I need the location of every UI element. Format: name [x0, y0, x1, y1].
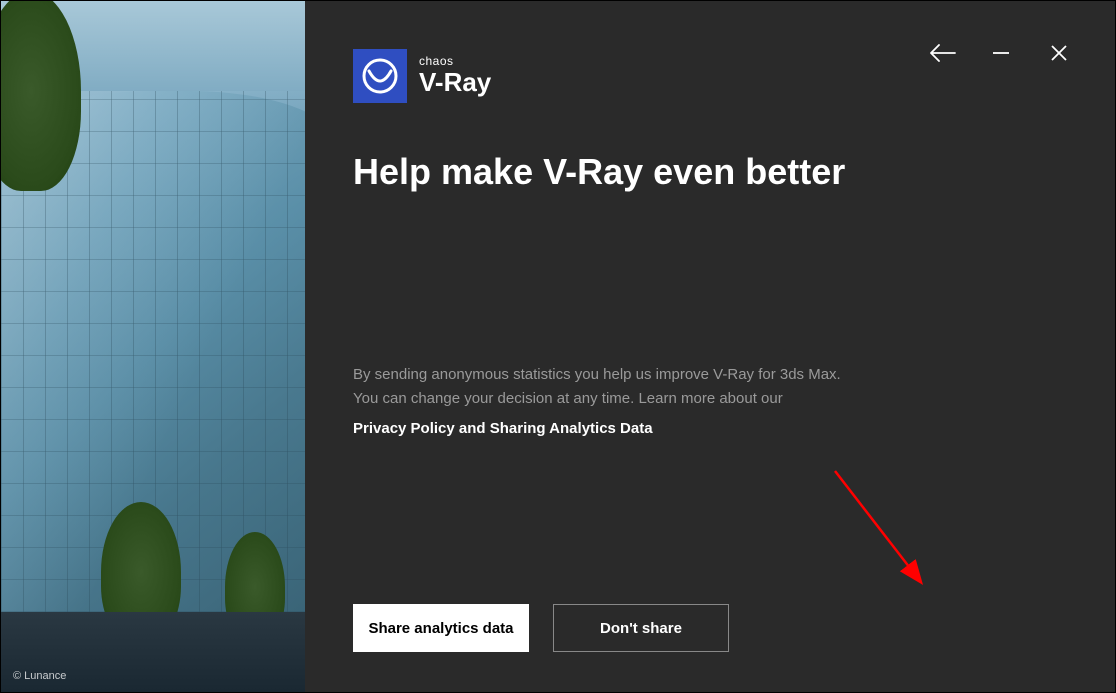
dont-share-button[interactable]: Don't share: [553, 604, 729, 652]
image-credit: © Lunance: [13, 670, 66, 682]
body-line-2: You can change your decision at any time…: [353, 387, 1067, 411]
logo-product: V-Ray: [419, 68, 491, 97]
arrow-left-icon: [930, 44, 956, 62]
sidebar-hero-image: © Lunance: [1, 1, 305, 692]
close-button[interactable]: [1045, 39, 1073, 67]
privacy-policy-link[interactable]: Privacy Policy and Sharing Analytics Dat…: [353, 417, 653, 441]
page-heading: Help make V-Ray even better: [353, 151, 1067, 193]
back-button[interactable]: [929, 39, 957, 67]
content-panel: chaos V-Ray Help make V-Ray even better …: [305, 1, 1115, 692]
window-controls: [929, 39, 1073, 67]
vray-logo-icon: [361, 57, 399, 95]
logo-mark: [353, 49, 407, 103]
minimize-icon: [991, 43, 1011, 63]
body-line-1: By sending anonymous statistics you help…: [353, 363, 1067, 387]
logo-text: chaos V-Ray: [419, 55, 491, 97]
button-row: Share analytics data Don't share: [353, 604, 1067, 652]
share-analytics-button[interactable]: Share analytics data: [353, 604, 529, 652]
minimize-button[interactable]: [987, 39, 1015, 67]
close-icon: [1050, 44, 1068, 62]
body-text: By sending anonymous statistics you help…: [353, 363, 1067, 441]
installer-window: © Lunance: [0, 0, 1116, 693]
annotation-arrow-icon: [820, 461, 960, 611]
